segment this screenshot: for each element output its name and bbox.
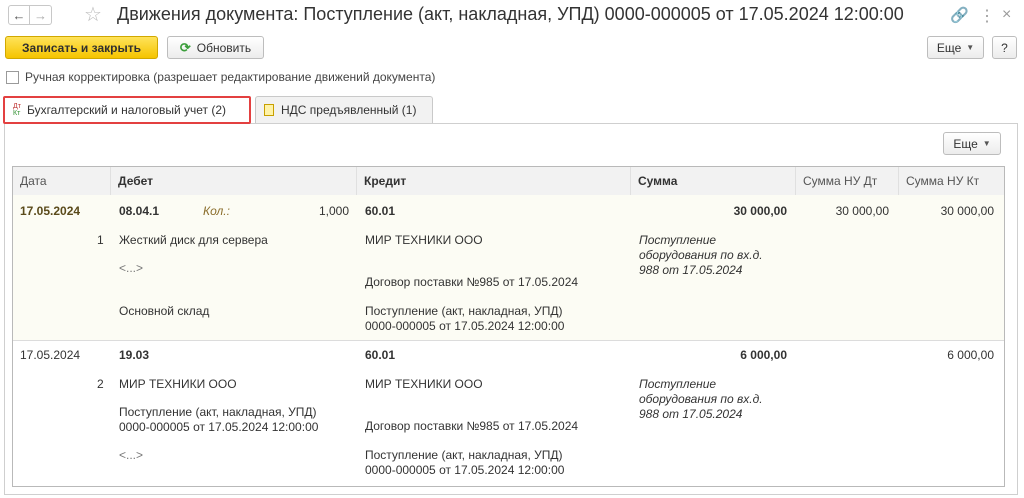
link-icon[interactable]: 🔗 (950, 6, 969, 24)
cell-content-3: 988 от 17.05.2024 (639, 407, 743, 421)
cell-sum-nu-kt: 6 000,00 (947, 348, 994, 362)
chevron-down-icon: ▼ (982, 139, 991, 148)
cell-content-2: оборудования по вх.д. (639, 392, 763, 406)
cell-credit-subconto-1: МИР ТЕХНИКИ ООО (365, 377, 483, 391)
cell-row-number: 2 (97, 377, 104, 391)
close-icon[interactable]: × (1002, 6, 1011, 24)
cell-content-1: Поступление (639, 233, 717, 247)
column-header-debit[interactable]: Дебет (111, 167, 357, 195)
cell-credit-subconto-3b: 0000-000005 от 17.05.2024 12:00:00 (365, 463, 565, 477)
more-button[interactable]: Еще ▼ (927, 36, 984, 59)
tab-label: Бухгалтерский и налоговый учет (2) (26, 103, 227, 117)
column-header-credit[interactable]: Кредит (357, 167, 631, 195)
cell-debit-subconto-1: Жесткий диск для сервера (119, 233, 268, 247)
manual-correction-checkbox[interactable] (6, 70, 19, 84)
cell-credit-subconto-1: МИР ТЕХНИКИ ООО (365, 233, 483, 247)
cell-row-number: 1 (97, 233, 104, 247)
column-header-sum-nu-kt[interactable]: Сумма НУ Кт (899, 167, 1004, 195)
back-arrow-icon[interactable]: ← (8, 5, 30, 25)
cell-credit-account: 60.01 (365, 204, 396, 218)
cell-quantity: 1,000 (318, 204, 349, 218)
column-header-date[interactable]: Дата (13, 167, 111, 195)
column-header-sum[interactable]: Сумма (631, 167, 796, 195)
cell-credit-subconto-3a: Поступление (акт, накладная, УПД) (365, 304, 563, 318)
cell-debit-subconto-2a: Поступление (акт, накладная, УПД) (119, 405, 317, 419)
panel-more-button[interactable]: Еще ▼ (943, 132, 1001, 155)
cell-sum: 30 000,00 (733, 204, 787, 218)
chevron-down-icon: ▼ (966, 43, 975, 52)
cell-credit-subconto-2: Договор поставки №985 от 17.05.2024 (365, 419, 579, 433)
window-title: Движения документа: Поступление (акт, на… (117, 4, 904, 24)
cell-date: 17.05.2024 (20, 204, 81, 218)
cell-date: 17.05.2024 (20, 348, 81, 362)
cell-credit-subconto-3b: 0000-000005 от 17.05.2024 12:00:00 (365, 319, 565, 333)
table-header: Дата Дебет Кредит Сумма Сумма НУ Дт Сумм… (13, 167, 1004, 196)
cell-quantity-label: Кол.: (203, 204, 230, 218)
help-button[interactable]: ? (992, 36, 1017, 59)
refresh-button[interactable]: ⟳ Обновить (167, 36, 264, 59)
cell-content-2: оборудования по вх.д. (639, 248, 763, 262)
cell-debit-subconto-2: <...> (119, 261, 144, 275)
cell-sum-nu-kt: 30 000,00 (940, 204, 994, 218)
more-vertical-icon[interactable]: ⋮ (979, 6, 995, 26)
cell-debit-subconto-1: МИР ТЕХНИКИ ООО (119, 377, 237, 391)
cell-debit-subconto-3: <...> (119, 448, 144, 462)
more-label: Еще (953, 136, 978, 151)
column-header-sum-nu-dt[interactable]: Сумма НУ Дт (796, 167, 899, 195)
movements-table: Дата Дебет Кредит Сумма Сумма НУ Дт Сумм… (12, 166, 1005, 487)
dt-kt-icon: Дт Кт (13, 103, 21, 117)
tab-vat-presented[interactable]: НДС предъявленный (1) (255, 96, 433, 123)
cell-sum-nu-dt: 30 000,00 (835, 204, 889, 218)
cell-sum: 6 000,00 (740, 348, 787, 362)
tab-label: НДС предъявленный (1) (281, 103, 417, 117)
title-bar: ← → ☆ Движения документа: Поступление (а… (0, 0, 1024, 30)
refresh-icon: ⟳ (179, 39, 191, 55)
refresh-label: Обновить (196, 40, 252, 55)
cell-credit-account: 60.01 (365, 348, 396, 362)
cell-debit-subconto-2b: 0000-000005 от 17.05.2024 12:00:00 (119, 420, 319, 434)
register-icon (264, 104, 274, 116)
cell-debit-subconto-3: Основной склад (119, 304, 210, 318)
cell-content-3: 988 от 17.05.2024 (639, 263, 743, 277)
cell-debit-account: 19.03 (119, 348, 150, 362)
tab-accounting-tax[interactable]: Дт Кт Бухгалтерский и налоговый учет (2) (3, 96, 251, 124)
cell-credit-subconto-2: Договор поставки №985 от 17.05.2024 (365, 275, 579, 289)
manual-correction-label: Ручная корректировка (разрешает редактир… (25, 70, 436, 84)
save-and-close-button[interactable]: Записать и закрыть (5, 36, 158, 59)
more-label: Еще (936, 40, 962, 55)
star-icon[interactable]: ☆ (84, 2, 102, 27)
forward-arrow-icon[interactable]: → (30, 5, 52, 25)
cell-debit-account: 08.04.1 (119, 204, 160, 218)
cell-credit-subconto-3a: Поступление (акт, накладная, УПД) (365, 448, 563, 462)
manual-correction-row: Ручная корректировка (разрешает редактир… (6, 70, 435, 84)
cell-content-1: Поступление (639, 377, 717, 391)
